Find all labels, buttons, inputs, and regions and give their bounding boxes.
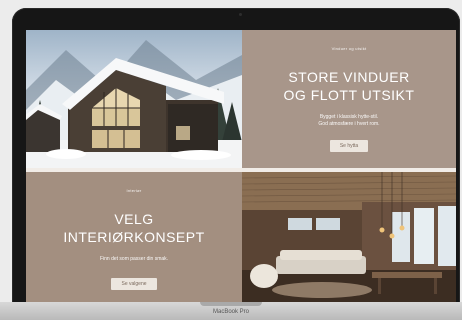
website-screen: Vinduer og utsikt STORE VINDUER OG FLOTT…: [26, 30, 456, 302]
store-headline-line1: STORE VINDUER: [288, 69, 410, 85]
snowy-cabin-illustration: [26, 40, 242, 168]
store-body-line2: God atmosfære i hvert rom.: [318, 121, 380, 127]
device-brand-label: MacBook Pro: [212, 309, 249, 315]
velg-headline-line1: VELG: [114, 211, 154, 227]
velg-headline-line2: INTERIØRKONSEPT: [63, 229, 205, 245]
laptop-notch: [200, 302, 262, 306]
velg-body-line1: Finn det som passer din smak.: [99, 256, 169, 262]
velg-interior-panel: Interiør VELG INTERIØRKONSEPT Finn det s…: [26, 172, 242, 302]
laptop-mockup: Vinduer og utsikt STORE VINDUER OG FLOTT…: [0, 0, 462, 320]
store-eyebrow: Vinduer og utsikt: [331, 46, 367, 51]
store-headline-line2: OG FLOTT UTSIKT: [283, 87, 415, 103]
velg-eyebrow: Interiør: [126, 188, 142, 193]
camera-icon: [239, 13, 242, 16]
store-body-line1: Bygget i klassisk hytte-stil.: [319, 114, 379, 120]
se-valgene-button[interactable]: Se valgene: [111, 278, 157, 290]
se-hytta-button[interactable]: Se hytta: [329, 140, 369, 152]
interior-photo: [242, 172, 456, 302]
cabin-photo: [26, 30, 242, 168]
store-vinduer-panel: Vinduer og utsikt STORE VINDUER OG FLOTT…: [242, 30, 456, 168]
wood-interior-illustration: [242, 172, 456, 302]
